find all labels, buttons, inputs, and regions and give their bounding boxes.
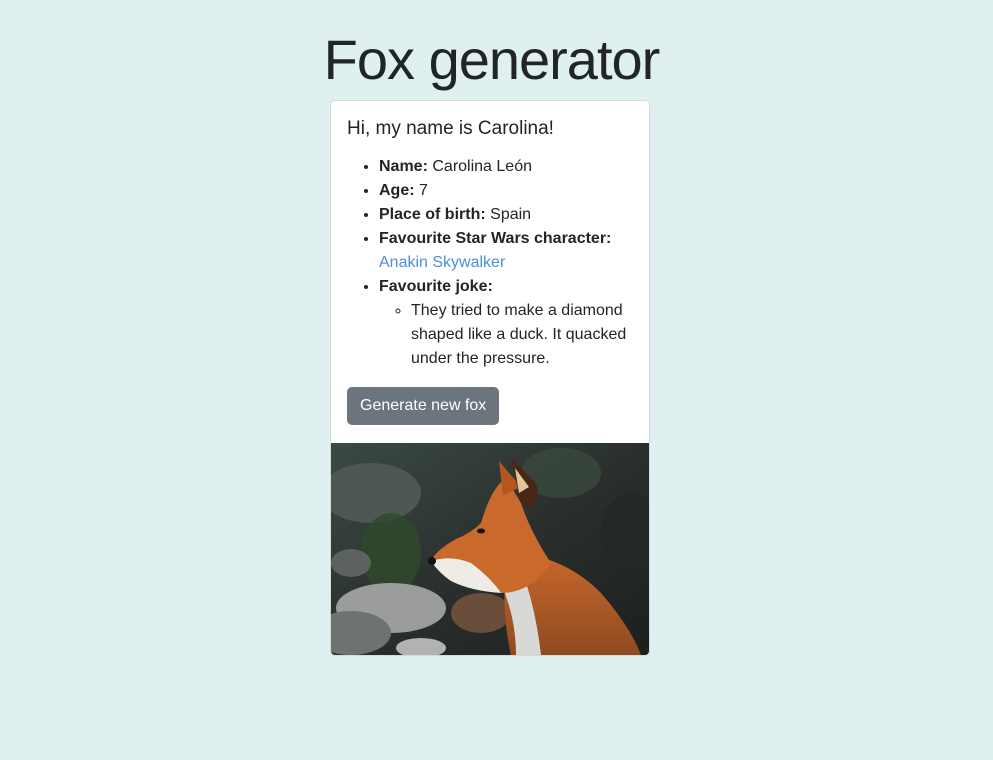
list-item-age: Age: 7: [379, 179, 633, 203]
list-item-birth: Place of birth: Spain: [379, 203, 633, 227]
joke-text: They tried to make a diamond shaped like…: [411, 299, 633, 371]
name-value: Carolina León: [432, 158, 532, 175]
star-wars-label: Favourite Star Wars character:: [379, 230, 612, 247]
list-item-name: Name: Carolina León: [379, 155, 633, 179]
generate-new-fox-button[interactable]: Generate new fox: [347, 387, 500, 425]
birth-label: Place of birth:: [379, 206, 486, 223]
joke-label: Favourite joke:: [379, 278, 493, 295]
birth-value: Spain: [490, 206, 532, 223]
fox-info-list: Name: Carolina León Age: 7 Place of birt…: [347, 155, 633, 371]
star-wars-character-link[interactable]: Anakin Skywalker: [379, 254, 505, 271]
fox-photo: [331, 443, 649, 655]
list-item-joke: Favourite joke: They tried to make a dia…: [379, 275, 633, 371]
fox-image: [331, 443, 649, 655]
name-label: Name:: [379, 158, 428, 175]
page: Fox generator Hi, my name is Carolina! N…: [0, 0, 993, 760]
fox-card: Hi, my name is Carolina! Name: Carolina …: [330, 100, 650, 656]
age-label: Age:: [379, 182, 415, 199]
joke-sublist: They tried to make a diamond shaped like…: [379, 299, 633, 371]
age-value: 7: [419, 182, 428, 199]
page-title: Fox generator: [323, 28, 661, 91]
list-item-star-wars: Favourite Star Wars character: Anakin Sk…: [379, 227, 633, 275]
card-body: Hi, my name is Carolina! Name: Carolina …: [331, 101, 649, 441]
card-heading: Hi, my name is Carolina!: [347, 118, 554, 139]
